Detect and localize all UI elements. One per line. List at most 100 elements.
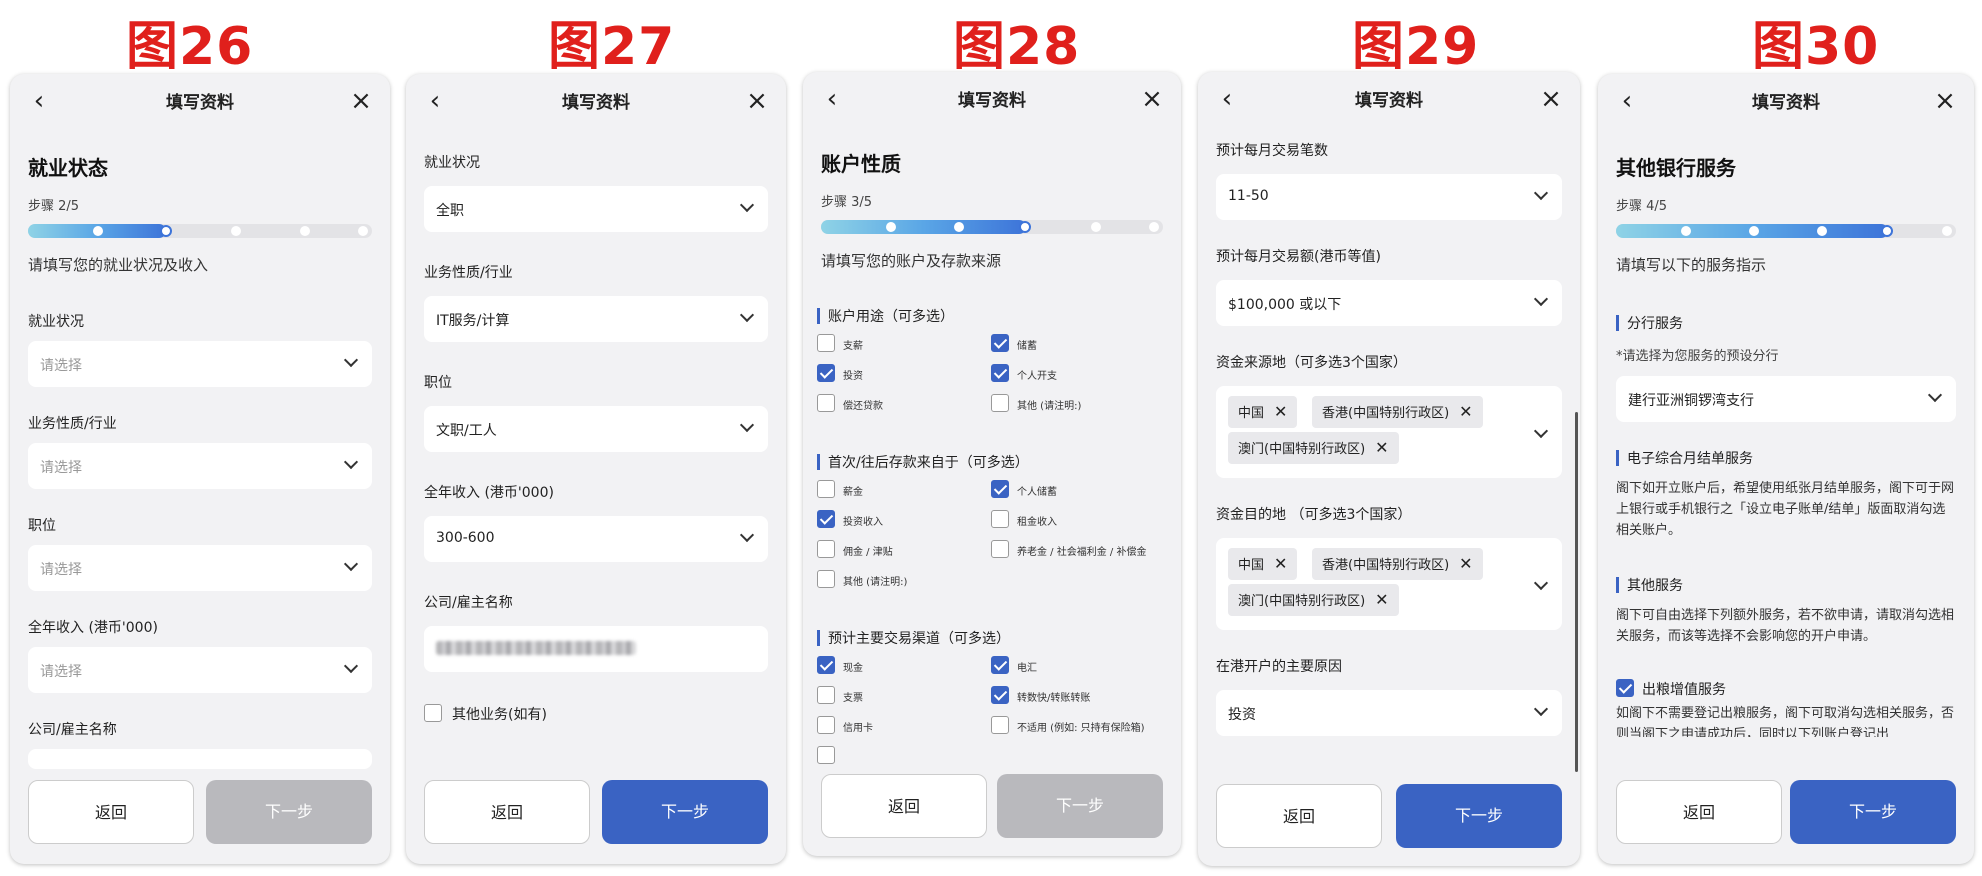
checkbox-label: 其他 (请注明:) xyxy=(1017,401,1082,412)
payroll-service-checkbox[interactable] xyxy=(1616,679,1634,697)
annual-income-select[interactable]: 请选择 xyxy=(28,647,372,693)
account-purpose-select[interactable]: 投资 xyxy=(1216,690,1562,736)
next-button[interactable]: 下一步 xyxy=(1396,784,1562,848)
employment-status-select[interactable]: 请选择 xyxy=(28,341,372,387)
country-chip[interactable]: 中国 ✕ xyxy=(1228,396,1298,428)
back-button[interactable]: 返回 xyxy=(424,780,590,844)
remove-chip-icon[interactable]: ✕ xyxy=(1459,396,1472,428)
checkbox[interactable] xyxy=(991,394,1009,412)
next-button[interactable]: 下一步 xyxy=(206,780,372,844)
checkbox[interactable] xyxy=(817,656,835,674)
fund-source-multiselect[interactable]: 中国 ✕ 香港(中国特别行政区) ✕ 澳门(中国特别行政区) ✕ xyxy=(1216,386,1562,478)
checkbox[interactable] xyxy=(817,686,835,704)
scrollbar[interactable] xyxy=(1575,412,1578,772)
progress-dot-current xyxy=(1881,225,1894,237)
checkbox-label: 个人开支 xyxy=(1017,371,1057,382)
field-label: 资金目的地 （可多选3个国家） xyxy=(1216,507,1412,523)
monthly-amount-select[interactable]: $100,000 或以下 xyxy=(1216,280,1562,326)
progress-dot xyxy=(1748,226,1759,236)
checkbox[interactable] xyxy=(991,510,1009,528)
payroll-service-option[interactable]: 出粮增值服务 xyxy=(1616,677,1956,699)
other-business-checkbox[interactable] xyxy=(424,704,442,722)
page-title: 填写资料 xyxy=(166,93,234,113)
chip-label: 中国 xyxy=(1238,558,1265,573)
remove-chip-icon[interactable]: ✕ xyxy=(1274,396,1287,428)
country-chip[interactable]: 香港(中国特别行政区) ✕ xyxy=(1312,548,1483,580)
next-button[interactable]: 下一步 xyxy=(997,774,1163,838)
checkbox[interactable] xyxy=(991,686,1009,704)
checkbox[interactable] xyxy=(991,334,1009,352)
checkbox[interactable] xyxy=(817,716,835,734)
field-label: 公司/雇主名称 xyxy=(424,595,513,611)
remove-chip-icon[interactable]: ✕ xyxy=(1375,584,1388,616)
progress-dot xyxy=(885,222,896,232)
close-icon[interactable]: × xyxy=(346,86,376,116)
checkbox[interactable] xyxy=(817,570,835,588)
field-label: 业务性质/行业 xyxy=(28,416,117,432)
next-button[interactable]: 下一步 xyxy=(1790,780,1956,844)
fund-destination-multiselect[interactable]: 中国 ✕ 香港(中国特别行政区) ✕ 澳门(中国特别行政区) ✕ xyxy=(1216,538,1562,630)
figure-label-27: 图27 xyxy=(548,17,676,77)
step-indicator: 步骤 4/5 xyxy=(1616,199,1668,214)
figure-label-30: 图30 xyxy=(1752,17,1880,77)
section-bar xyxy=(817,454,820,470)
checkbox[interactable] xyxy=(817,394,835,412)
checkbox[interactable] xyxy=(817,480,835,498)
industry-select[interactable]: IT服务/计算 xyxy=(424,296,768,342)
back-button[interactable]: 返回 xyxy=(1616,780,1782,844)
checkbox[interactable] xyxy=(817,334,835,352)
checkbox[interactable] xyxy=(991,480,1009,498)
section-title-text: 电子综合月结单服务 xyxy=(1627,451,1753,467)
close-icon[interactable]: × xyxy=(1930,86,1960,116)
country-chip[interactable]: 澳门(中国特别行政区) ✕ xyxy=(1228,432,1399,464)
back-button[interactable]: 返回 xyxy=(28,780,194,844)
checkbox-label: 佣金 / 津贴 xyxy=(843,547,893,558)
checkbox-label: 薪金 xyxy=(843,487,863,498)
back-button[interactable]: 返回 xyxy=(821,774,987,838)
country-chip[interactable]: 澳门(中国特别行政区) ✕ xyxy=(1228,584,1399,616)
field-label: 公司/雇主名称 xyxy=(28,722,117,738)
close-icon[interactable]: × xyxy=(1536,84,1566,114)
progress-dot-current xyxy=(1019,221,1032,233)
checkbox-label: 租金收入 xyxy=(1017,517,1057,528)
checkbox[interactable] xyxy=(991,656,1009,674)
country-chip[interactable]: 香港(中国特别行政区) ✕ xyxy=(1312,396,1483,428)
select-value: 300-600 xyxy=(436,530,495,546)
page-title: 填写资料 xyxy=(958,91,1026,111)
annual-income-select[interactable]: 300-600 xyxy=(424,516,768,562)
chevron-down-icon xyxy=(739,417,755,433)
select-value: 投资 xyxy=(1228,707,1256,723)
back-button[interactable]: 返回 xyxy=(1216,784,1382,848)
chevron-down-icon xyxy=(343,556,359,572)
branch-select[interactable]: 建行亚洲铜锣湾支行 xyxy=(1616,376,1956,422)
close-icon[interactable]: × xyxy=(1137,84,1167,114)
checkbox[interactable] xyxy=(817,540,835,558)
checkbox[interactable] xyxy=(991,716,1009,734)
industry-select[interactable]: 请选择 xyxy=(28,443,372,489)
remove-chip-icon[interactable]: ✕ xyxy=(1459,548,1472,580)
checkbox[interactable] xyxy=(991,540,1009,558)
remove-chip-icon[interactable]: ✕ xyxy=(1274,548,1287,580)
next-button[interactable]: 下一步 xyxy=(602,780,768,844)
other-business-option[interactable]: 其他业务(如有) xyxy=(424,702,768,724)
checkbox-label: 支票 xyxy=(843,693,863,704)
position-select[interactable]: 请选择 xyxy=(28,545,372,591)
checkbox[interactable] xyxy=(817,364,835,382)
chevron-down-icon xyxy=(1533,423,1549,439)
chevron-down-icon xyxy=(343,454,359,470)
country-chip[interactable]: 中国 ✕ xyxy=(1228,548,1298,580)
checkbox[interactable] xyxy=(817,510,835,528)
group-title-text: 账户用途（可多选） xyxy=(828,309,954,325)
employment-status-select[interactable]: 全职 xyxy=(424,186,768,232)
bottom-buttons: 返回 下一步 xyxy=(28,780,372,844)
employer-name-input[interactable] xyxy=(424,626,768,672)
checkbox[interactable] xyxy=(991,364,1009,382)
checkbox[interactable] xyxy=(817,746,835,764)
position-select[interactable]: 文职/工人 xyxy=(424,406,768,452)
remove-chip-icon[interactable]: ✕ xyxy=(1375,432,1388,464)
select-placeholder: 请选择 xyxy=(40,358,82,374)
employer-name-input[interactable] xyxy=(28,749,372,769)
monthly-transactions-select[interactable]: 11-50 xyxy=(1216,174,1562,220)
close-icon[interactable]: × xyxy=(742,86,772,116)
progress-fill xyxy=(821,220,1027,234)
